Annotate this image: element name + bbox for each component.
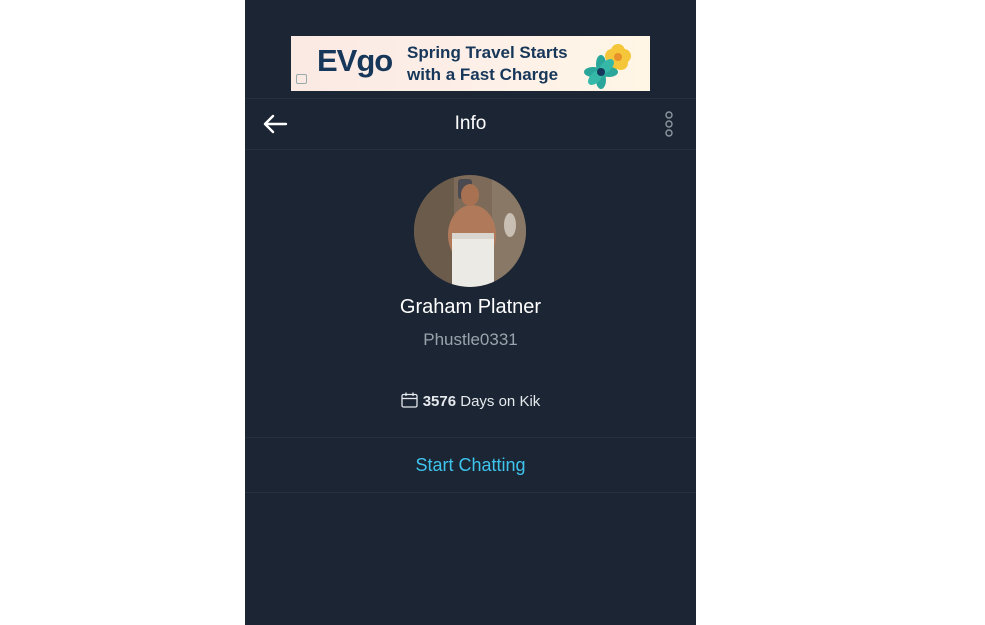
more-vertical-icon: [665, 111, 673, 137]
start-chatting-row: Start Chatting: [245, 437, 696, 493]
ad-banner[interactable]: EVgo Spring Travel Starts with a Fast Ch…: [291, 36, 650, 91]
profile-name: Graham Platner: [399, 296, 542, 318]
ad-headline: Spring Travel Starts with a Fast Charge: [407, 42, 607, 86]
page-title: Info: [454, 113, 487, 134]
profile-avatar[interactable]: [414, 175, 526, 287]
top-nav-bar: Info: [245, 98, 696, 150]
ad-logo: EVgo: [317, 43, 393, 78]
days-label: Days on Kik: [460, 393, 541, 410]
ad-headline-line2: with a Fast Charge: [407, 65, 559, 84]
profile-username: Phustle0331: [423, 330, 518, 349]
start-chatting-button[interactable]: Start Chatting: [245, 455, 696, 476]
days-count: 3576: [422, 393, 457, 410]
ad-headline-line1: Spring Travel Starts: [407, 43, 568, 62]
calendar-icon: [401, 392, 418, 408]
days-on-kik: 3576 Days on Kik: [245, 392, 696, 410]
ad-choices-icon[interactable]: [296, 74, 307, 84]
flower-icon: [584, 44, 631, 89]
status-bar: [245, 0, 696, 4]
avatar-photo: [414, 175, 526, 287]
kik-profile-screen: EVgo Spring Travel Starts with a Fast Ch…: [245, 0, 696, 625]
more-options-button[interactable]: [662, 110, 676, 138]
